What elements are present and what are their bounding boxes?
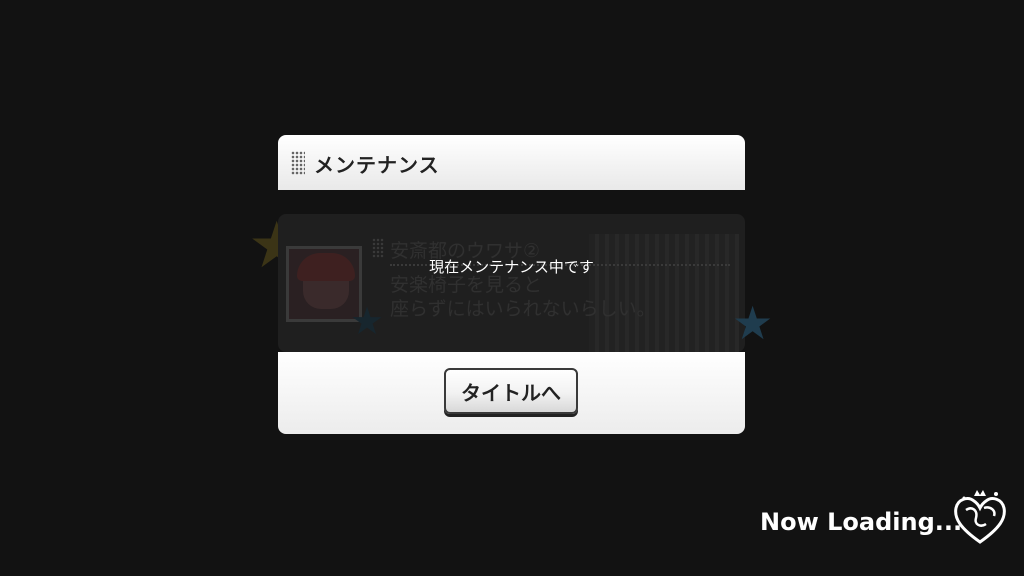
star-decoration-icon: ★ xyxy=(350,299,385,343)
dialog-footer: タイトルへ xyxy=(278,352,745,434)
card-grip-icon xyxy=(372,238,384,258)
now-loading-text: Now Loading... xyxy=(760,508,963,536)
to-title-button[interactable]: タイトルへ xyxy=(444,368,578,414)
maintenance-message: 現在メンテナンス中です xyxy=(429,258,594,276)
rumor-line-2: 座らずにはいられないらしい。 xyxy=(390,298,656,320)
dotted-grip-icon xyxy=(291,151,305,175)
heart-crown-logo-icon xyxy=(954,490,1006,544)
dialog-header: メンテナンス xyxy=(278,135,745,190)
star-decoration-icon: ★ xyxy=(732,296,774,350)
dialog-title: メンテナンス xyxy=(314,153,440,177)
rumor-card: 安斎都のウワサ② 安楽椅子を見ると 座らずにはいられないらしい。 xyxy=(278,214,745,354)
